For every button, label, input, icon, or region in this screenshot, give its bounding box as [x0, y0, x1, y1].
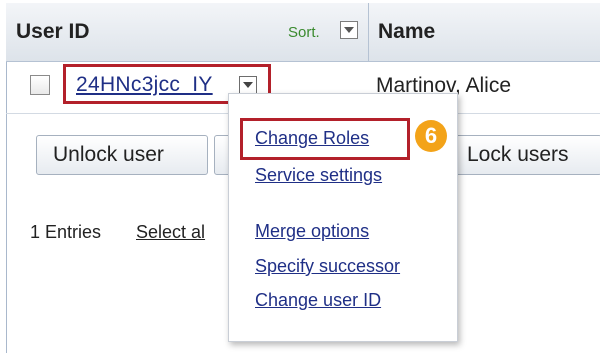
column-header-name[interactable]: Name — [378, 20, 435, 44]
menu-item-merge-options[interactable]: Merge options — [255, 221, 369, 242]
dropdown-arrow-icon — [344, 27, 354, 33]
row-select-checkbox[interactable] — [30, 75, 50, 95]
menu-item-change-user-id[interactable]: Change user ID — [255, 290, 381, 311]
user-id-menu-button[interactable] — [239, 76, 257, 94]
select-all-link[interactable]: Select al — [136, 222, 205, 243]
user-id-link[interactable]: 24HNc3jcc_IY — [76, 73, 213, 97]
column-header-user-id[interactable]: User ID — [16, 20, 90, 44]
dropdown-arrow-icon — [243, 82, 253, 88]
menu-item-service-settings[interactable]: Service settings — [255, 165, 382, 186]
column-divider — [368, 3, 369, 61]
sort-dropdown-button[interactable] — [340, 21, 358, 39]
unlock-user-button[interactable]: Unlock user — [36, 135, 208, 175]
lock-users-button[interactable]: Lock users — [452, 135, 600, 175]
change-roles-highlight-box — [240, 118, 410, 160]
menu-item-specify-successor[interactable]: Specify successor — [255, 256, 400, 277]
entries-count: 1 Entries — [30, 222, 102, 242]
sort-label[interactable]: Sort. — [288, 24, 320, 41]
step-number-badge: 6 — [415, 120, 447, 152]
